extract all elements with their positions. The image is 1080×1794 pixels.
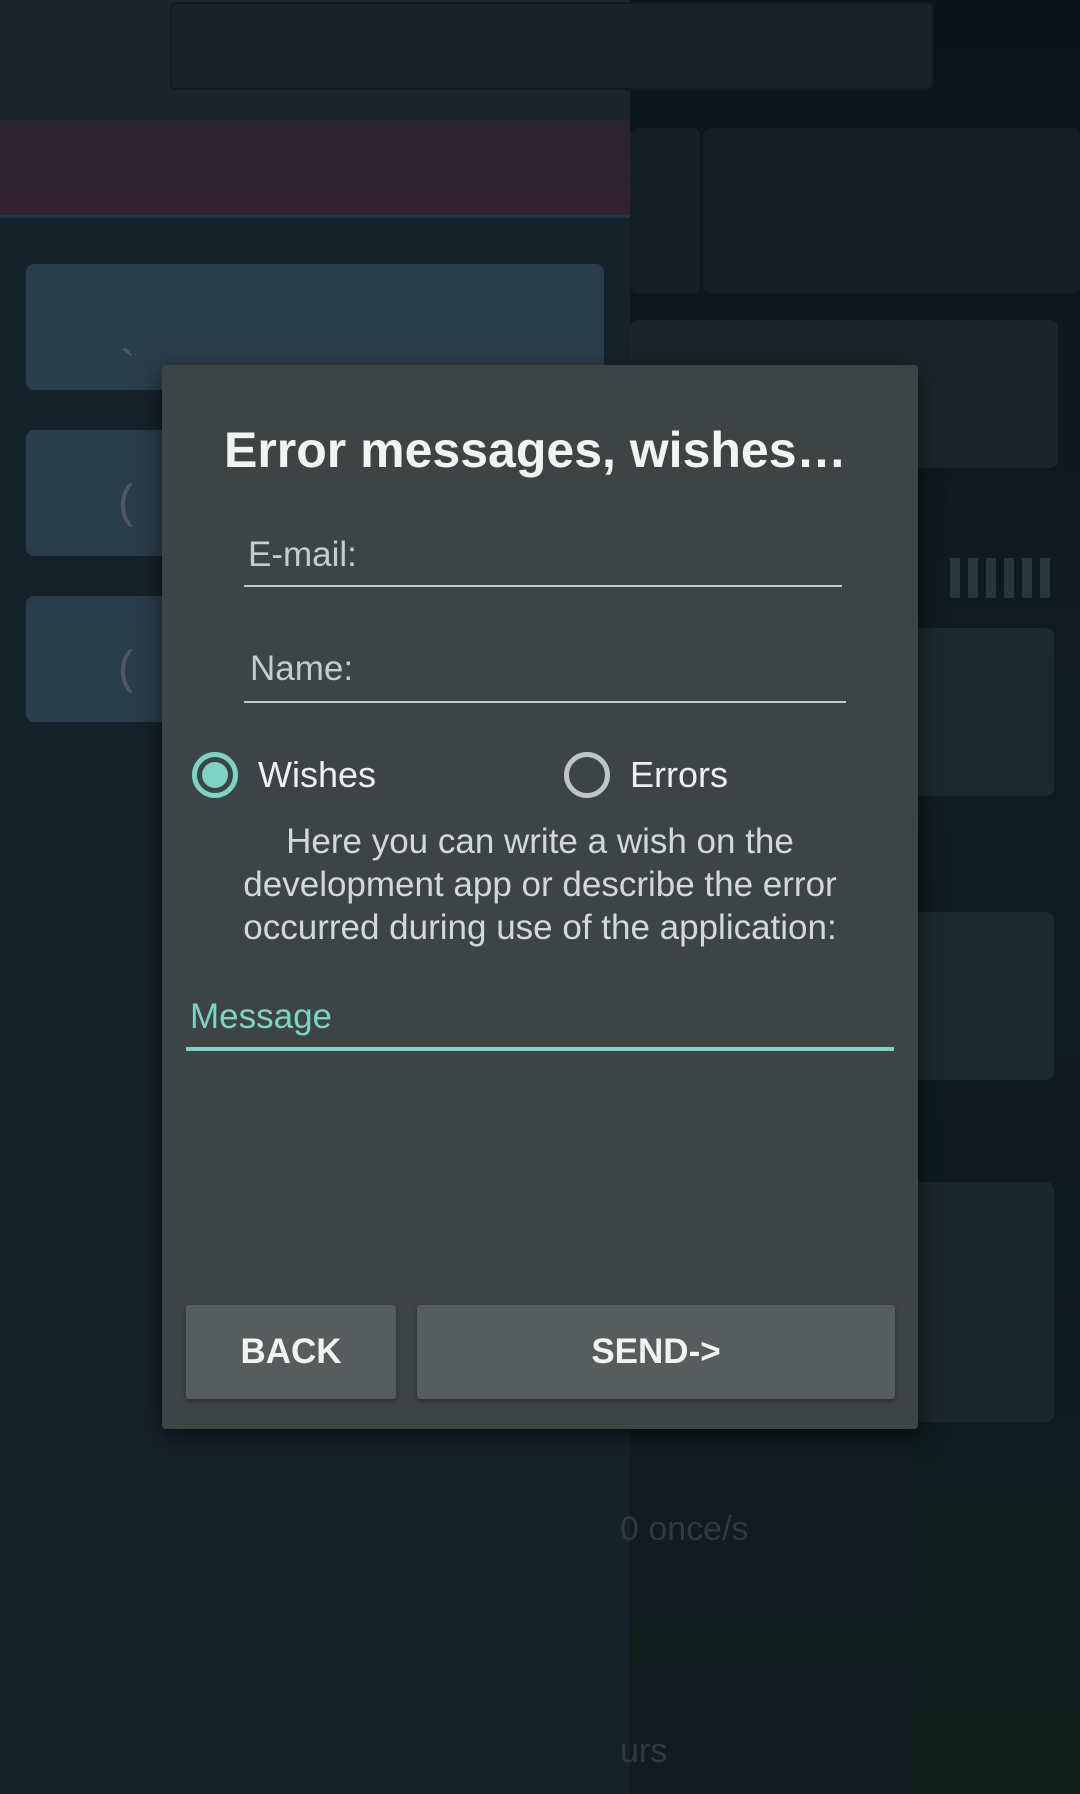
background-card [630, 1660, 912, 1794]
background-text: 0 once/s [620, 1510, 749, 1548]
background-card [900, 912, 1054, 1080]
send-button[interactable]: SEND-> [417, 1305, 895, 1399]
email-input[interactable] [244, 525, 842, 585]
background-card [900, 1182, 1054, 1422]
radio-unchecked-icon [564, 752, 610, 798]
screen: ` ( ( 0 once/s urs Error messages, wishe… [0, 0, 1080, 1794]
background-header [0, 120, 630, 218]
errors-radio[interactable]: Errors [564, 745, 728, 805]
background-card [703, 128, 1080, 294]
background-card [630, 128, 700, 294]
info-text: Here you can write a wish on the develop… [243, 822, 837, 947]
feedback-dialog: Error messages, wishes… Wishes Errors He… [162, 365, 918, 1429]
radio-checked-icon [192, 752, 238, 798]
back-button[interactable]: BACK [186, 1305, 396, 1399]
errors-radio-label: Errors [630, 754, 728, 795]
name-input[interactable] [244, 637, 846, 701]
background-glyph: ( [118, 641, 134, 693]
email-field-container [244, 525, 842, 587]
background-card [900, 628, 1054, 796]
message-input[interactable] [186, 977, 894, 1047]
name-field-container [244, 637, 846, 703]
dialog-title: Error messages, wishes… [224, 422, 847, 478]
background-glyph: ( [118, 475, 134, 527]
message-field-container [186, 977, 894, 1051]
background-dashes [950, 558, 1050, 598]
background-top-bar [170, 2, 934, 90]
background-glyph: ` [120, 341, 136, 393]
wishes-radio[interactable]: Wishes [192, 745, 376, 805]
wishes-radio-label: Wishes [258, 754, 377, 795]
background-text: urs [620, 1732, 668, 1770]
